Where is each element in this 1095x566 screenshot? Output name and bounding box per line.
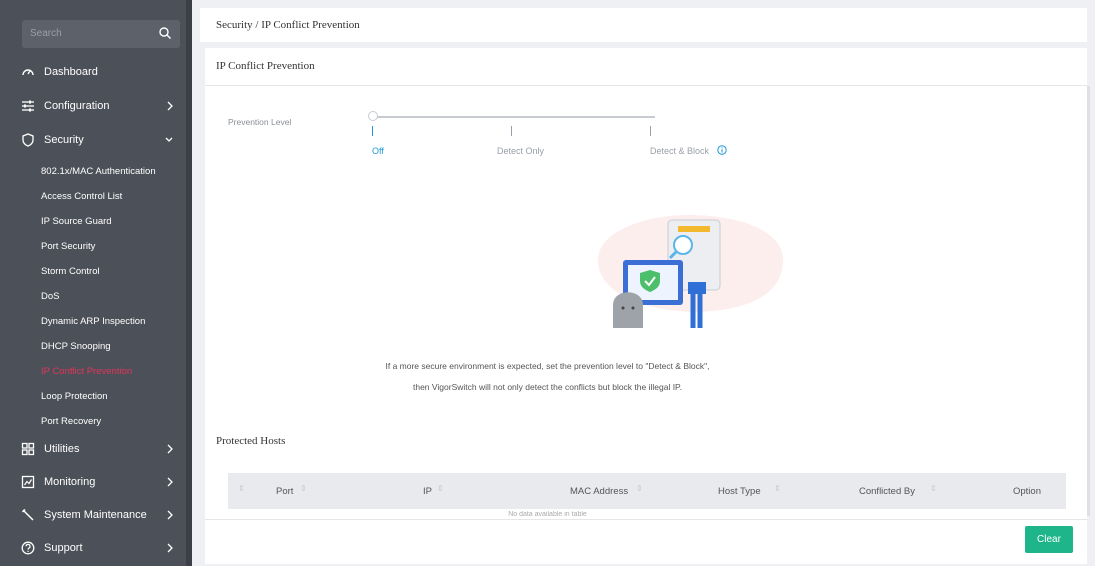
nav-monitoring[interactable]: Monitoring bbox=[0, 467, 186, 497]
slider-tick-detect-block bbox=[650, 126, 651, 136]
nav-label: Configuration bbox=[44, 100, 110, 112]
shield-icon bbox=[20, 132, 36, 148]
slider-tick-detect-only bbox=[511, 126, 512, 136]
sub-item-acl[interactable]: Access Control List bbox=[41, 191, 122, 202]
divider bbox=[205, 85, 1087, 86]
prevention-slider-track[interactable] bbox=[371, 116, 655, 118]
divider bbox=[205, 519, 1087, 520]
column-mac-address[interactable]: MAC Address bbox=[570, 486, 628, 497]
grid-icon bbox=[20, 441, 36, 457]
search-input[interactable]: Search bbox=[30, 28, 62, 39]
sort-icon[interactable]: ⇕ bbox=[774, 484, 781, 493]
nav-label: Monitoring bbox=[44, 476, 96, 488]
search-box[interactable]: Search bbox=[22, 20, 180, 48]
nav-security[interactable]: Security bbox=[0, 125, 186, 155]
sub-item-ip-source-guard[interactable]: IP Source Guard bbox=[41, 216, 112, 227]
slider-tick-off bbox=[372, 126, 373, 136]
security-illustration bbox=[598, 215, 783, 328]
clear-button[interactable]: Clear bbox=[1025, 526, 1073, 553]
sub-item-dhcp-snooping[interactable]: DHCP Snooping bbox=[41, 341, 111, 352]
column-host-type[interactable]: Host Type bbox=[718, 486, 761, 497]
nav-support[interactable]: Support bbox=[0, 533, 186, 563]
level-option-detect-only[interactable]: Detect Only bbox=[497, 146, 544, 156]
question-icon bbox=[20, 540, 36, 556]
column-conflicted-by[interactable]: Conflicted By bbox=[859, 486, 915, 497]
chevron-right-icon bbox=[167, 543, 173, 553]
column-ip[interactable]: IP bbox=[423, 486, 432, 497]
sub-item-dos[interactable]: DoS bbox=[41, 291, 59, 302]
sort-icon[interactable]: ⇕ bbox=[930, 484, 937, 493]
protected-hosts-title: Protected Hosts bbox=[216, 435, 286, 447]
nav-label: Security bbox=[44, 134, 84, 146]
chart-icon bbox=[20, 474, 36, 490]
sort-icon[interactable]: ⇕ bbox=[238, 484, 245, 493]
prevention-level-label: Prevention Level bbox=[228, 117, 292, 127]
prevention-slider-handle[interactable] bbox=[368, 111, 378, 121]
column-port[interactable]: Port bbox=[276, 486, 293, 497]
sub-item-port-recovery[interactable]: Port Recovery bbox=[41, 416, 101, 427]
table-header: ⇕ Port ⇕ IP ⇕ MAC Address ⇕ Host Type ⇕ … bbox=[228, 473, 1066, 509]
nav-dashboard[interactable]: Dashboard bbox=[0, 57, 186, 87]
sub-item-loop-protection[interactable]: Loop Protection bbox=[41, 391, 108, 402]
level-option-off[interactable]: Off bbox=[372, 146, 384, 156]
scrollbar[interactable] bbox=[1087, 86, 1090, 516]
nav-utilities[interactable]: Utilities bbox=[0, 434, 186, 464]
chevron-down-icon bbox=[165, 137, 173, 142]
sort-icon[interactable]: ⇕ bbox=[636, 484, 643, 493]
sub-item-dai[interactable]: Dynamic ARP Inspection bbox=[41, 316, 145, 327]
sub-item-8021x[interactable]: 802.1x/MAC Authentication bbox=[41, 166, 156, 177]
sub-item-port-security[interactable]: Port Security bbox=[41, 241, 95, 252]
column-option: Option bbox=[1013, 486, 1041, 497]
sub-item-storm-control[interactable]: Storm Control bbox=[41, 266, 100, 277]
chevron-right-icon bbox=[167, 101, 173, 111]
nav-label: Utilities bbox=[44, 443, 80, 455]
sort-icon[interactable]: ⇕ bbox=[300, 484, 307, 493]
nav-configuration[interactable]: Configuration bbox=[0, 91, 186, 121]
chevron-right-icon bbox=[167, 444, 173, 454]
description-line-2: then VigorSwitch will not only detect th… bbox=[412, 382, 682, 392]
level-option-detect-block[interactable]: Detect & Block bbox=[650, 146, 709, 156]
description-line-1: If a more secure environment is expected… bbox=[385, 361, 710, 371]
no-data-message: No data available in table bbox=[508, 511, 587, 518]
sidebar: Search Dashboard Configuration Security … bbox=[0, 0, 192, 566]
sort-icon[interactable]: ⇕ bbox=[437, 484, 444, 493]
info-icon[interactable] bbox=[717, 145, 727, 155]
chevron-right-icon bbox=[167, 477, 173, 487]
nav-label: Support bbox=[44, 542, 83, 554]
dashboard-icon bbox=[20, 64, 36, 80]
nav-label: Dashboard bbox=[44, 66, 98, 78]
breadcrumb-bar: Security / IP Conflict Prevention bbox=[200, 8, 1087, 42]
search-icon[interactable] bbox=[158, 26, 172, 40]
sliders-icon bbox=[20, 98, 36, 114]
page-title: IP Conflict Prevention bbox=[216, 60, 315, 72]
breadcrumb: Security / IP Conflict Prevention bbox=[216, 19, 360, 31]
